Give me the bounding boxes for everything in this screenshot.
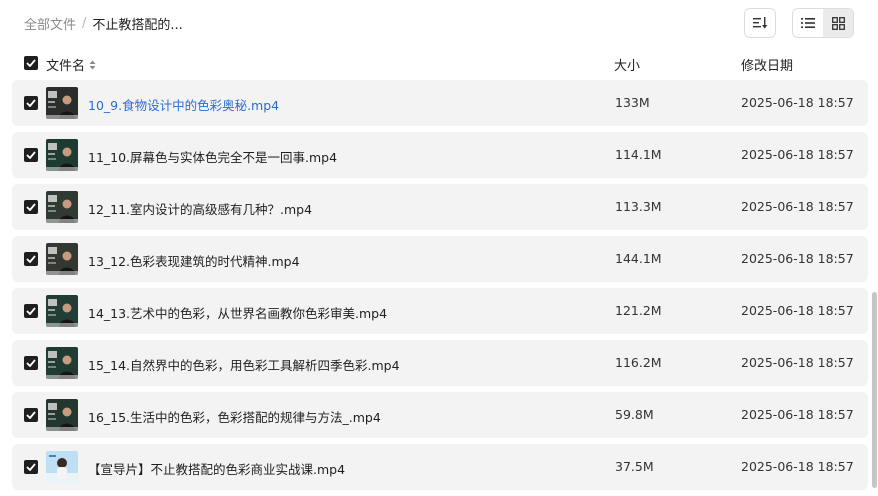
file-row[interactable]: 11_10.屏幕色与实体色完全不是一回事.mp4 114.1M 2025-06-18… (12, 132, 868, 178)
file-size: 133M (615, 95, 650, 110)
file-date: 2025-06-18 18:57 (741, 459, 854, 474)
row-checkbox[interactable] (24, 200, 38, 214)
file-row[interactable]: 【宣导片】不止教搭配的色彩商业实战课.mp4 37.5M 2025-06-18 18… (12, 444, 868, 490)
breadcrumb-root[interactable]: 全部文件 (24, 14, 76, 33)
file-row[interactable]: 16_15.生活中的色彩，色彩搭配的规律与方法_.mp4 59.8M 2025-06… (12, 392, 868, 438)
file-date: 2025-06-18 18:57 (741, 95, 854, 110)
row-checkbox[interactable] (24, 408, 38, 422)
file-name[interactable]: 【宣导片】不止教搭配的色彩商业实战课.mp4 (88, 459, 345, 478)
file-date: 2025-06-18 18:57 (741, 355, 854, 370)
file-name[interactable]: 13_12.色彩表现建筑的时代精神.mp4 (88, 251, 300, 270)
row-checkbox[interactable] (24, 460, 38, 474)
list-view-button[interactable] (793, 9, 823, 37)
column-header-name-label: 文件名 (46, 59, 86, 74)
check-icon (26, 99, 36, 107)
video-thumbnail (46, 139, 78, 171)
scrollbar[interactable] (872, 292, 877, 488)
check-icon (26, 151, 36, 159)
sort-icon (753, 17, 768, 29)
file-row[interactable]: 14_13.艺术中的色彩，从世界名画教你色彩审美.mp4 121.2M 2025-0… (12, 288, 868, 334)
file-list: 10_9.食物设计中的色彩奥秘.mp4 133M 2025-06-18 18:57 1… (12, 80, 868, 496)
file-name[interactable]: 11_10.屏幕色与实体色完全不是一回事.mp4 (88, 147, 337, 166)
breadcrumb-separator: / (82, 16, 87, 31)
video-thumbnail (46, 295, 78, 327)
video-thumbnail (46, 399, 78, 431)
list-icon (801, 18, 815, 28)
file-row[interactable]: 13_12.色彩表现建筑的时代精神.mp4 144.1M 2025-06-18 18… (12, 236, 868, 282)
top-bar: 全部文件 / 不止教搭配的... (0, 0, 878, 48)
view-toggle (792, 8, 854, 38)
sort-button[interactable] (744, 8, 776, 38)
grid-view-button[interactable] (823, 9, 853, 37)
file-date: 2025-06-18 18:57 (741, 147, 854, 162)
video-thumbnail (46, 243, 78, 275)
file-size: 121.2M (615, 303, 662, 318)
table-header: 文件名 大小 修改日期 (12, 50, 868, 78)
row-checkbox[interactable] (24, 96, 38, 110)
check-icon (26, 411, 36, 419)
breadcrumb-current: 不止教搭配的... (92, 18, 183, 33)
column-header-date: 修改日期 (741, 59, 794, 74)
row-checkbox[interactable] (24, 356, 38, 370)
check-icon (26, 307, 36, 315)
file-size: 116.2M (615, 355, 662, 370)
check-icon (26, 463, 36, 471)
check-icon (26, 203, 36, 211)
file-row[interactable]: 15_14.自然界中的色彩，用色彩工具解析四季色彩.mp4 116.2M 2025-… (12, 340, 868, 386)
video-thumbnail (46, 191, 78, 223)
column-header-size: 大小 (614, 59, 641, 74)
file-date: 2025-06-18 18:57 (741, 251, 854, 266)
file-row[interactable]: 12_11.室内设计的高级感有几种？.mp4 113.3M 2025-06-18 1… (12, 184, 868, 230)
file-name[interactable]: 15_14.自然界中的色彩，用色彩工具解析四季色彩.mp4 (88, 355, 400, 374)
check-icon (26, 359, 36, 367)
file-date: 2025-06-18 18:57 (741, 303, 854, 318)
row-checkbox[interactable] (24, 148, 38, 162)
video-thumbnail (46, 87, 78, 119)
file-size: 114.1M (615, 147, 662, 162)
breadcrumb: 全部文件 / 不止教搭配的... (24, 14, 183, 33)
row-checkbox[interactable] (24, 252, 38, 266)
check-icon (26, 59, 36, 67)
check-icon (26, 255, 36, 263)
file-date: 2025-06-18 18:57 (741, 199, 854, 214)
file-name[interactable]: 14_13.艺术中的色彩，从世界名画教你色彩审美.mp4 (88, 303, 387, 322)
sort-arrows-icon (89, 60, 96, 70)
video-thumbnail (46, 347, 78, 379)
promo-thumbnail (46, 451, 78, 483)
column-header-name[interactable]: 文件名 (46, 55, 96, 74)
select-all-checkbox[interactable] (24, 56, 38, 70)
file-date: 2025-06-18 18:57 (741, 407, 854, 422)
file-size: 59.8M (615, 407, 654, 422)
grid-icon (831, 16, 845, 30)
file-size: 144.1M (615, 251, 662, 266)
file-name[interactable]: 16_15.生活中的色彩，色彩搭配的规律与方法_.mp4 (88, 407, 381, 426)
file-size: 113.3M (615, 199, 662, 214)
file-size: 37.5M (615, 459, 654, 474)
file-row[interactable]: 10_9.食物设计中的色彩奥秘.mp4 133M 2025-06-18 18:57 (12, 80, 868, 126)
file-name[interactable]: 10_9.食物设计中的色彩奥秘.mp4 (88, 95, 279, 114)
file-name[interactable]: 12_11.室内设计的高级感有几种？.mp4 (88, 199, 312, 218)
row-checkbox[interactable] (24, 304, 38, 318)
